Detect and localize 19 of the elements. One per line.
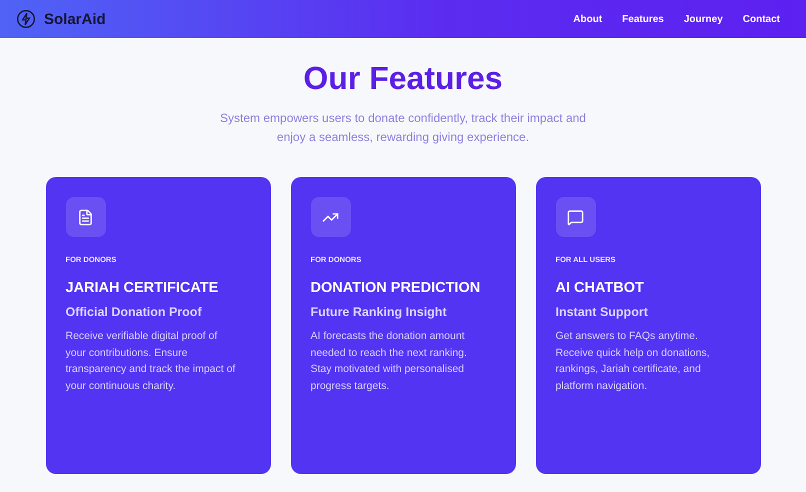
nav-link[interactable]: Contact [742,14,780,24]
card-subtitle: Instant Support [556,305,649,319]
brand-name: SolarAid [44,10,106,28]
card-subtitle: Official Donation Proof [66,305,203,319]
card-description: AI forecasts the donation amount needed to reach the next ranking. Stay motivated with personalised progress targets. [310,329,468,394]
card-subtitle: Future Ranking Insight [310,305,448,319]
card-title: JARIAH CERTIFICATE [66,280,220,296]
section-subtitle: System empowers users to donate confidently, track their impact and enjoy a seamless, rewarding giving experience. [219,110,587,146]
nav-link[interactable]: Journey [684,14,723,24]
document-icon [77,208,94,226]
section-title: Our Features [303,60,503,97]
nav-link[interactable]: Features [622,14,664,24]
card-title: AI CHATBOT [556,280,645,296]
card-description: Receive verifiable digital proof of your contributions. Ensure transparency and track the impact of your continuous charity. [66,329,236,394]
nav-link[interactable]: About [573,14,602,24]
card-title: DONATION PREDICTION [310,280,482,296]
logo-icon [16,9,36,29]
chat-bubble-icon [567,208,584,226]
card-description: Get answers to FAQs anytime. Receive quick help on donations, rankings, Jariah certificate, and platform navigation. [556,329,711,394]
